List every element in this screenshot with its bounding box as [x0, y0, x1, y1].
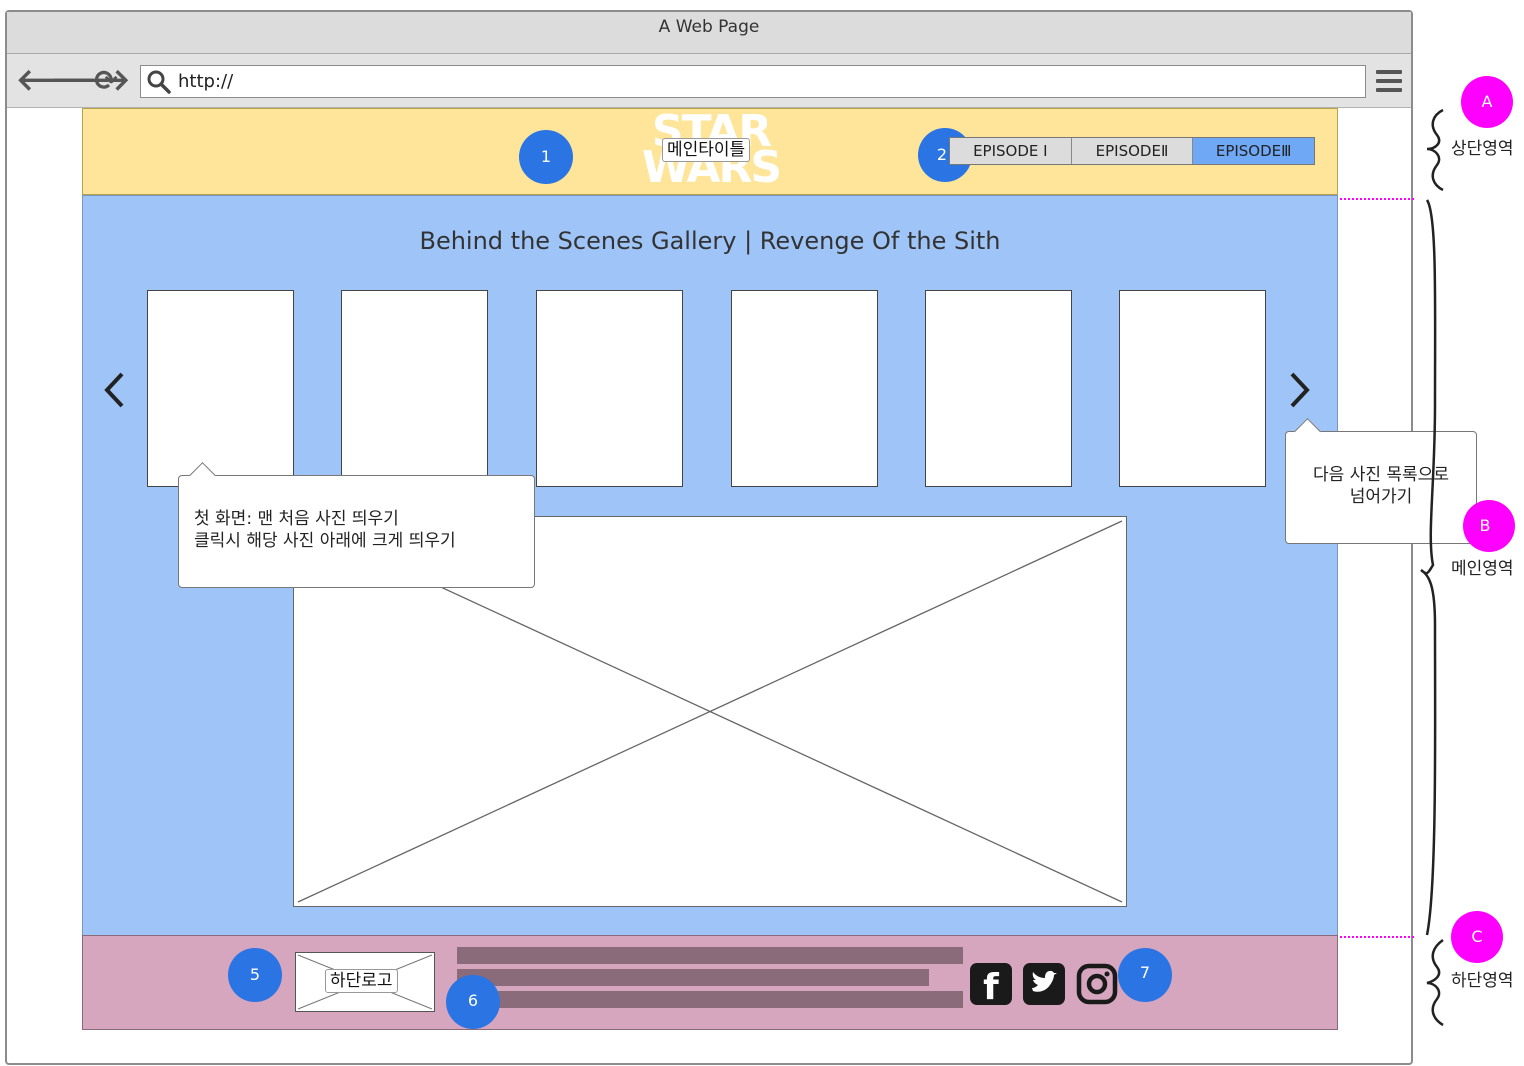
- region-divider-bottom: [1340, 936, 1414, 938]
- callout-first-line1: 첫 화면: 맨 처음 사진 띄우기: [194, 509, 399, 529]
- region-braces: [1420, 108, 1444, 1027]
- footer-text-line-3: [457, 991, 963, 1008]
- badge-1: 1: [519, 130, 573, 184]
- episode-tabs: EPISODE I EPISODEⅡ EPISODEⅢ: [949, 137, 1315, 165]
- window-title: A Web Page: [7, 12, 1411, 54]
- hamburger-menu-icon[interactable]: [1376, 68, 1402, 94]
- gallery-thumbnail-3[interactable]: [536, 290, 683, 487]
- address-bar[interactable]: [140, 65, 1366, 98]
- badge-7: 7: [1118, 948, 1172, 1002]
- tab-episode-1[interactable]: EPISODE I: [950, 138, 1072, 164]
- footer-logo-tag: 하단로고: [325, 969, 398, 993]
- forward-arrow-icon[interactable]: 🡒: [50, 66, 130, 96]
- region-marker-b: B: [1463, 500, 1515, 552]
- facebook-icon[interactable]: f: [970, 963, 1012, 1008]
- badge-5: 5: [228, 948, 282, 1002]
- search-icon: [147, 70, 171, 94]
- address-text: http://: [178, 71, 234, 92]
- chevron-left-icon[interactable]: [98, 368, 132, 412]
- footer-text-line-1: [457, 947, 963, 964]
- region-label-top: 상단영역: [1451, 139, 1514, 159]
- gallery-thumbnail-4[interactable]: [731, 290, 878, 487]
- gallery-title: Behind the Scenes Gallery | Revenge Of t…: [419, 227, 1001, 255]
- region-label-main: 메인영역: [1451, 559, 1514, 579]
- tab-episode-2[interactable]: EPISODEⅡ: [1071, 138, 1194, 164]
- tab-episode-3[interactable]: EPISODEⅢ: [1193, 138, 1315, 164]
- region-marker-a: A: [1461, 76, 1513, 128]
- gallery-thumbnail-2[interactable]: [341, 290, 488, 487]
- region-label-bottom: 하단영역: [1451, 971, 1514, 991]
- gallery-thumbnail-1[interactable]: [147, 290, 294, 487]
- badge-6: 6: [446, 975, 500, 1029]
- gallery-thumbnail-6[interactable]: [1119, 290, 1266, 487]
- back-arrow-icon[interactable]: 🡐: [16, 66, 96, 96]
- twitter-icon[interactable]: [1023, 963, 1065, 1005]
- region-divider-top: [1340, 198, 1414, 200]
- region-marker-c: C: [1451, 911, 1503, 963]
- callout-first-line2: 클릭시 해당 사진 아래에 크게 띄우기: [194, 531, 456, 551]
- gallery-thumbnail-5[interactable]: [925, 290, 1072, 487]
- reload-icon[interactable]: ⟳: [91, 66, 121, 96]
- chevron-right-icon[interactable]: [1282, 368, 1316, 412]
- callout-first-screen: 첫 화면: 맨 처음 사진 띄우기 클릭시 해당 사진 아래에 크게 띄우기: [178, 462, 535, 588]
- footer-text-line-2: [457, 969, 929, 986]
- instagram-icon[interactable]: [1076, 963, 1118, 1005]
- main-title-tag: 메인타이틀: [662, 138, 751, 162]
